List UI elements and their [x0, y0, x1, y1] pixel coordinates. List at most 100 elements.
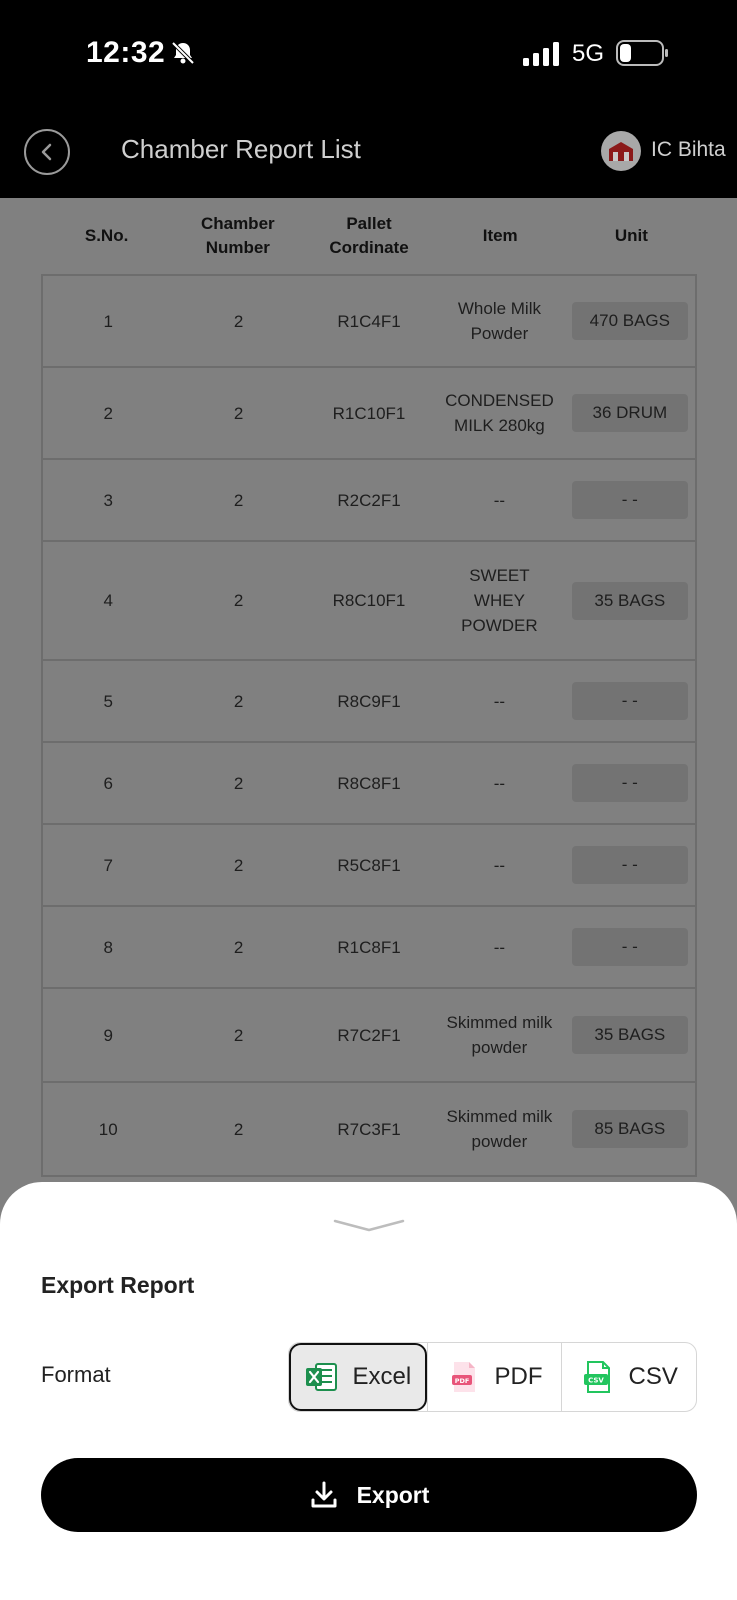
cell-sno: 3: [103, 490, 113, 510]
signal-icon: [523, 42, 559, 66]
format-selector: Excel PDF PDF CSV CSV: [288, 1342, 697, 1412]
battery-icon: [616, 40, 668, 66]
table-row[interactable]: 9 2 R7C2F1 Skimmed milk powder 35 BAGS: [43, 989, 695, 1083]
column-header-pallet: Pallet Cordinate: [329, 214, 409, 257]
unit-badge: - -: [571, 481, 688, 519]
cell-unit: - -: [565, 682, 695, 720]
pdf-icon: PDF: [451, 1362, 475, 1392]
cell-pallet: R2C2F1: [337, 490, 401, 510]
unit-badge: 36 DRUM: [571, 394, 688, 432]
table-header: S.No. Chamber Number Pallet Cordinate Item…: [41, 198, 697, 274]
cell-item: --: [493, 691, 506, 711]
cell-unit: 35 BAGS: [565, 581, 695, 620]
warehouse-icon: [609, 142, 633, 161]
sheet-title: Export Report: [41, 1272, 195, 1298]
cell-pallet: R7C3F1: [337, 1119, 401, 1139]
cell-unit: 36 DRUM: [565, 394, 695, 432]
cell-unit: 470 BAGS: [565, 302, 695, 340]
format-label: Format: [41, 1362, 111, 1387]
cell-pallet: R1C10F1: [332, 403, 406, 423]
cell-item: Skimmed milk powder: [446, 1013, 553, 1057]
table-row[interactable]: 3 2 R2C2F1 -- - -: [43, 460, 695, 542]
cell-sno: 1: [103, 311, 113, 331]
cell-sno: 5: [103, 691, 113, 711]
cell-sno: 9: [103, 1025, 113, 1045]
cell-chamber: 2: [233, 773, 244, 793]
unit-badge: 85 BAGS: [571, 1110, 688, 1148]
table-row[interactable]: 8 2 R1C8F1 -- - -: [43, 907, 695, 989]
cell-item: Whole Milk Powder: [457, 299, 541, 343]
page-title: Chamber Report List: [121, 134, 361, 164]
unit-badge: - -: [571, 928, 688, 966]
sheet-handle-chevron-icon[interactable]: [333, 1218, 405, 1232]
cell-pallet: R5C8F1: [337, 855, 401, 875]
cell-item: SWEET WHEY POWDER: [461, 566, 538, 635]
cell-unit: - -: [565, 846, 695, 884]
column-header-item: Item: [482, 226, 518, 245]
cell-item: --: [493, 773, 506, 793]
cell-unit: - -: [565, 481, 695, 519]
app-header: Chamber Report List IC Bihta: [0, 110, 737, 198]
cell-pallet: R1C4F1: [337, 311, 401, 331]
cell-sno: 7: [103, 855, 113, 875]
table-row[interactable]: 1 2 R1C4F1 Whole Milk Powder 470 BAGS: [43, 276, 695, 368]
cell-item: --: [493, 937, 506, 957]
network-label: 5G: [572, 40, 605, 67]
table-row[interactable]: 10 2 R7C3F1 Skimmed milk powder 85 BAGS: [43, 1083, 695, 1177]
cell-chamber: 2: [233, 311, 244, 331]
table-row[interactable]: 4 2 R8C10F1 SWEET WHEY POWDER 35 BAGS: [43, 542, 695, 661]
status-bar: 12:32 5G: [0, 0, 737, 110]
unit-badge: 470 BAGS: [571, 302, 688, 340]
column-header-sno: S.No.: [84, 226, 129, 245]
format-option-excel[interactable]: Excel: [289, 1343, 427, 1411]
status-time: 12:32: [86, 36, 166, 69]
cell-chamber: 2: [233, 403, 244, 423]
table-row[interactable]: 7 2 R5C8F1 -- - -: [43, 825, 695, 907]
back-button[interactable]: [24, 129, 70, 175]
cell-chamber: 2: [233, 1119, 244, 1139]
cell-item: Skimmed milk powder: [446, 1107, 553, 1151]
bell-muted-icon: [171, 41, 195, 65]
cell-chamber: 2: [233, 490, 244, 510]
cell-unit: - -: [565, 764, 695, 802]
column-header-unit: Unit: [614, 226, 648, 245]
user-name: IC Bihta: [651, 138, 726, 161]
format-option-pdf[interactable]: PDF PDF: [426, 1343, 562, 1411]
cell-chamber: 2: [233, 691, 244, 711]
format-label-pdf: PDF: [494, 1363, 543, 1390]
unit-badge: - -: [571, 764, 688, 802]
cell-unit: 85 BAGS: [565, 1110, 695, 1148]
cell-sno: 4: [103, 591, 113, 610]
excel-icon: [306, 1363, 338, 1391]
cell-item: CONDENSED MILK 280kg: [445, 391, 554, 435]
chevron-left-icon: [41, 143, 52, 161]
table-row[interactable]: 2 2 R1C10F1 CONDENSED MILK 280kg 36 DRUM: [43, 368, 695, 460]
cell-sno: 6: [103, 773, 113, 793]
avatar[interactable]: [601, 131, 641, 171]
cell-sno: 10: [98, 1119, 118, 1139]
format-label-csv: CSV: [628, 1363, 678, 1390]
cell-sno: 8: [103, 937, 113, 957]
cell-pallet: R7C2F1: [337, 1025, 401, 1045]
cell-chamber: 2: [233, 1025, 244, 1045]
cell-pallet: R1C8F1: [337, 937, 401, 957]
cell-unit: - -: [565, 928, 695, 966]
report-table: 1 2 R1C4F1 Whole Milk Powder 470 BAGS 2 2…: [41, 274, 697, 1177]
format-option-csv[interactable]: CSV CSV: [561, 1343, 696, 1411]
cell-pallet: R8C10F1: [332, 591, 406, 610]
cell-chamber: 2: [233, 855, 244, 875]
export-button[interactable]: Export: [41, 1458, 697, 1532]
cell-sno: 2: [103, 403, 113, 423]
svg-text:PDF: PDF: [454, 1377, 469, 1385]
cell-pallet: R8C8F1: [337, 773, 401, 793]
unit-badge: - -: [571, 682, 688, 720]
table-row[interactable]: 5 2 R8C9F1 -- - -: [43, 661, 695, 743]
download-icon: [311, 1481, 337, 1508]
unit-badge: 35 BAGS: [571, 581, 688, 620]
cell-item: --: [493, 855, 506, 875]
cell-chamber: 2: [233, 937, 244, 957]
csv-icon: CSV: [583, 1361, 610, 1393]
table-row[interactable]: 6 2 R8C8F1 -- - -: [43, 743, 695, 825]
svg-text:CSV: CSV: [588, 1377, 604, 1385]
cell-item: --: [493, 490, 506, 510]
